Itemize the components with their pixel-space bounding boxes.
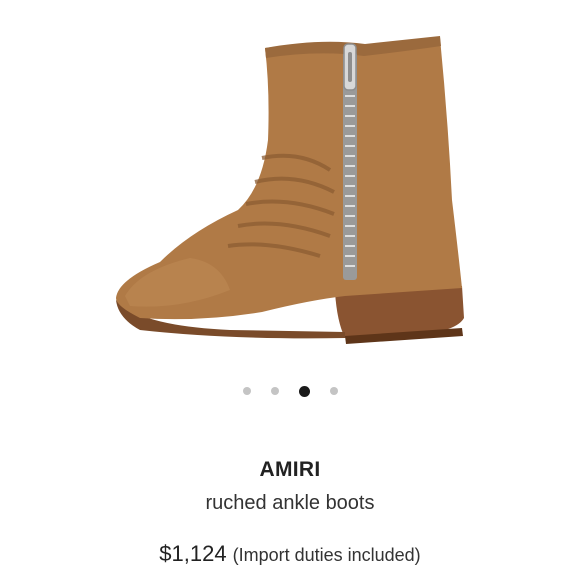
price-row: $1,124 (Import duties included) [0,541,580,567]
carousel-dot-3-active[interactable] [298,385,310,397]
import-duties-note: (Import duties included) [232,545,421,565]
product-brand[interactable]: AMIRI [0,458,580,482]
carousel-dot-4[interactable] [329,387,338,395]
boot-image[interactable] [0,0,580,420]
zipper-teeth [345,65,355,267]
carousel-dots [0,384,580,398]
product-price: $1,124 [159,541,227,566]
product-image-gallery[interactable] [0,0,580,420]
product-name: ruched ankle boots [205,492,375,514]
zipper-pull-slot [348,52,352,82]
carousel-dot-1[interactable] [242,387,251,395]
carousel-dot-2[interactable] [270,387,279,395]
